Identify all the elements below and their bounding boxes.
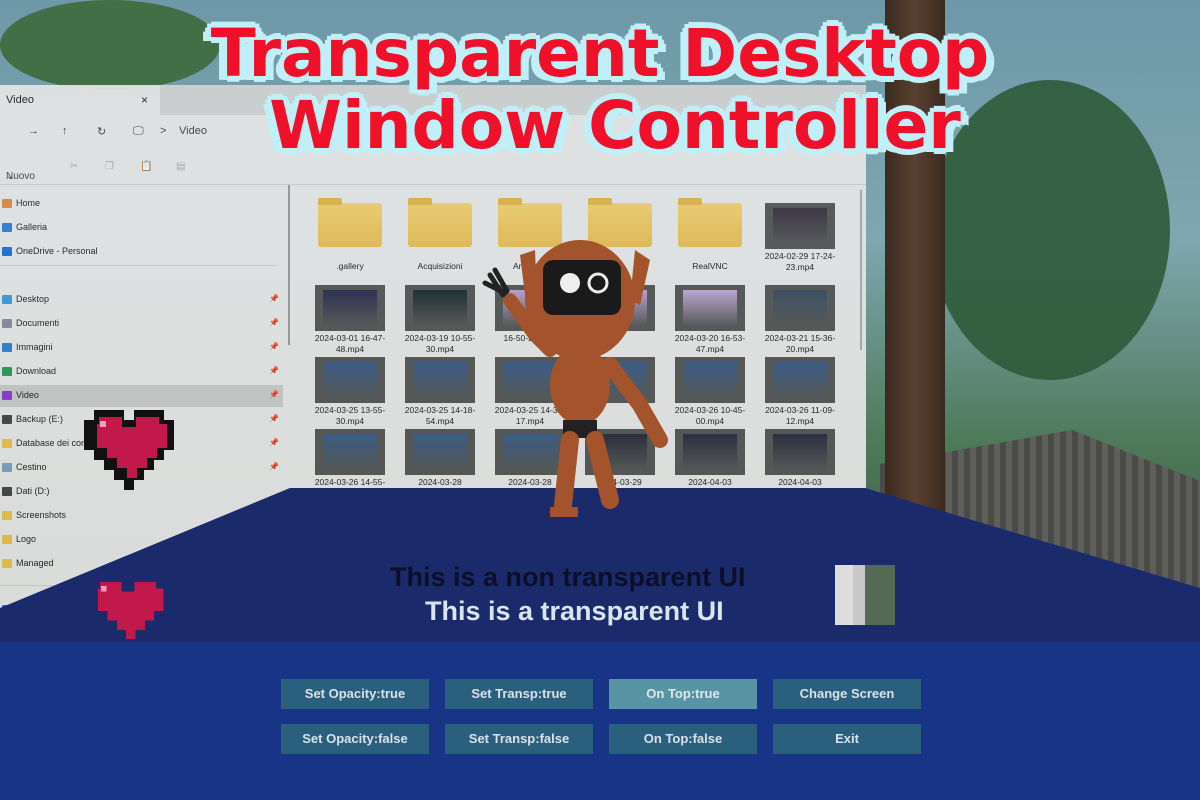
- sidebar-item-label: Screenshots: [16, 510, 67, 520]
- pin-icon[interactable]: 📌: [269, 318, 279, 327]
- sidebar-item-onedrive-personal[interactable]: OneDrive - Personal: [0, 241, 283, 263]
- sidebar-item-label: Home: [16, 198, 41, 208]
- pin-icon[interactable]: 📌: [269, 342, 279, 351]
- robot-character: [482, 240, 668, 517]
- folder-icon: [408, 198, 472, 247]
- paste-icon[interactable]: 📋: [140, 161, 152, 172]
- cut-icon[interactable]: ✂: [70, 161, 78, 172]
- file-name: 2024-03-25 13-55-30.mp4: [314, 405, 386, 426]
- sidebar-item-label: Cestino: [16, 462, 47, 472]
- folder-icon: [2, 439, 12, 448]
- pin-icon[interactable]: 📌: [269, 438, 279, 447]
- transparent-image-preview: [835, 565, 895, 625]
- sidebar-item-documenti[interactable]: Documenti 📌: [0, 313, 283, 335]
- sidebar-item-galleria[interactable]: Galleria: [0, 217, 283, 239]
- set-transp-true-button[interactable]: Set Transp:true: [445, 679, 593, 709]
- sidebar-item-label: Dati (D:): [16, 486, 50, 496]
- pin-icon[interactable]: 📌: [269, 366, 279, 375]
- folder-icon: [2, 535, 12, 544]
- sidebar-item-label: Logo: [16, 534, 37, 544]
- file-name: 2024-03-26 11-09-12.mp4: [765, 405, 835, 426]
- video-file-item[interactable]: 2024-03-01 16-47-48.mp4: [312, 285, 388, 355]
- title-line-1: Transparent Desktop: [210, 15, 990, 92]
- set-transp-false-button[interactable]: Set Transp:false: [445, 724, 593, 754]
- change-screen-button[interactable]: Change Screen: [773, 679, 921, 709]
- sidebar-item-label: Backup (E:): [16, 414, 64, 424]
- home-icon: [2, 199, 12, 208]
- folder-icon: [2, 559, 12, 568]
- pin-icon[interactable]: 📌: [269, 390, 279, 399]
- copy-icon[interactable]: ❐: [105, 161, 114, 172]
- promo-title: Transparent Desktop Window Controller: [0, 18, 1200, 162]
- trash-icon: [2, 463, 12, 472]
- set-opacity-false-button[interactable]: Set Opacity:false: [281, 724, 429, 754]
- video-thumbnail-icon: [765, 429, 835, 475]
- drive-icon: [2, 415, 12, 424]
- file-name: .gallery: [336, 261, 364, 271]
- sidebar-item-label: Managed: [16, 558, 54, 568]
- download-icon: [2, 367, 12, 376]
- transparent-label: This is a transparent UI: [425, 596, 724, 626]
- on-top-false-button[interactable]: On Top:false: [609, 724, 757, 754]
- non-transparent-label: This is a non transparent UI: [390, 562, 746, 592]
- pin-icon[interactable]: 📌: [269, 462, 279, 471]
- sidebar-item-home[interactable]: Home: [0, 193, 283, 215]
- app-window-panel: [0, 642, 1200, 800]
- video-thumbnail-icon: [315, 429, 385, 475]
- file-name: 2024-04-03: [778, 477, 822, 487]
- sidebar-item-immagini[interactable]: Immagini 📌: [0, 337, 283, 359]
- video-file-item[interactable]: 2024-03-25 13-55-30.mp4: [312, 357, 388, 427]
- sidebar-item-label: Video: [16, 390, 39, 400]
- set-opacity-true-button[interactable]: Set Opacity:true: [281, 679, 429, 709]
- video-file-item[interactable]: 2024-04-03: [762, 429, 838, 488]
- folder-icon: [2, 511, 12, 520]
- on-top-true-button[interactable]: On Top:true: [609, 679, 757, 709]
- folder-icon: [318, 198, 382, 247]
- image-icon: [2, 343, 12, 352]
- title-line-2: Window Controller: [269, 87, 961, 164]
- desktop-icon: [2, 295, 12, 304]
- chevron-down-icon: ⌄: [6, 171, 15, 182]
- sidebar-item-label: Galleria: [16, 222, 48, 232]
- sidebar-item-desktop[interactable]: Desktop 📌: [0, 289, 283, 311]
- document-icon: [2, 319, 12, 328]
- pin-icon[interactable]: 📌: [269, 414, 279, 423]
- sidebar-item-video[interactable]: Video 📌: [0, 385, 283, 407]
- video-thumbnail-icon: [315, 357, 385, 403]
- heart-icon: [98, 582, 164, 640]
- sidebar-scrollbar[interactable]: [288, 185, 290, 345]
- video-icon: [2, 391, 12, 400]
- video-file-item[interactable]: 2024-02-29 17-24-23.mp4: [762, 203, 838, 273]
- video-thumbnail-icon: [765, 285, 835, 331]
- sidebar-item-label: OneDrive - Personal: [16, 246, 98, 256]
- file-name: 2024-03-01 16-47-48.mp4: [314, 333, 386, 354]
- gallery-icon: [2, 223, 12, 232]
- divider: [0, 265, 278, 266]
- exit-button[interactable]: Exit: [773, 724, 921, 754]
- cloud-icon: [2, 247, 12, 256]
- sidebar-item-label: Immagini: [16, 342, 53, 352]
- sidebar-item-label: Desktop: [16, 294, 50, 304]
- video-thumbnail-icon: [315, 285, 385, 331]
- video-thumbnail-icon: [765, 357, 835, 403]
- file-name: 2024-02-29 17-24-23.mp4: [764, 251, 836, 272]
- sidebar-item-label: Database dei con: [16, 438, 87, 448]
- folder-item[interactable]: .gallery: [312, 198, 388, 272]
- heart-icon: [84, 410, 174, 490]
- drive-icon: [2, 487, 12, 496]
- video-thumbnail-icon: [765, 203, 835, 249]
- sidebar-item-label: Documenti: [16, 318, 60, 328]
- content-scrollbar[interactable]: [860, 190, 862, 350]
- file-name: 2024-03-21 15-36-20.mp4: [764, 333, 836, 354]
- rename-icon[interactable]: ▤: [176, 161, 185, 172]
- video-file-item[interactable]: 2024-03-26 11-09-12.mp4: [762, 357, 838, 427]
- pin-icon[interactable]: 📌: [269, 294, 279, 303]
- video-file-item[interactable]: 2024-03-21 15-36-20.mp4: [762, 285, 838, 355]
- sidebar-item-download[interactable]: Download 📌: [0, 361, 283, 383]
- sidebar-item-label: Download: [16, 366, 57, 376]
